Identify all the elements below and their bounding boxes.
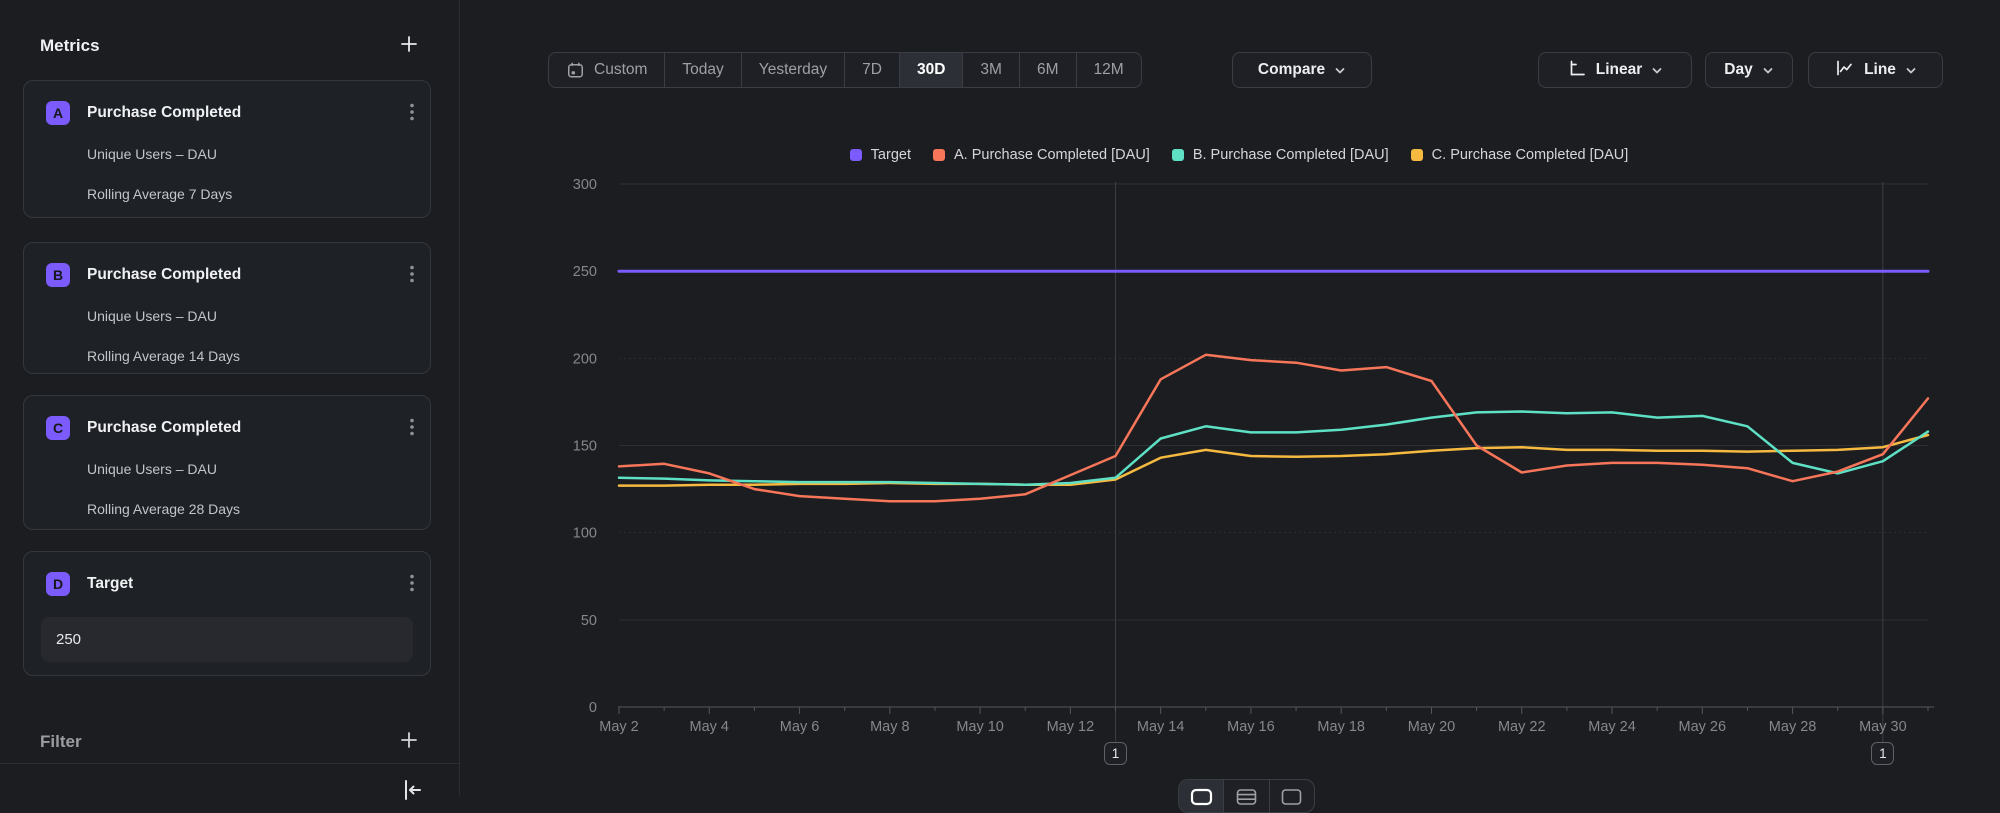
y-axis-label-0: 0 (589, 700, 597, 716)
x-axis-label-may-6: May 6 (780, 719, 820, 735)
metrics-dashboard: { "sidebar": { "metrics_title": "Metrics… (0, 0, 2000, 796)
x-axis-label-may-30: May 30 (1859, 719, 1907, 735)
x-axis-label-may-2: May 2 (599, 719, 639, 735)
y-axis-label-150: 150 (573, 439, 597, 455)
x-axis-label-may-16: May 16 (1227, 719, 1275, 735)
x-axis-label-may-14: May 14 (1137, 719, 1185, 735)
chart-view-icon (1190, 787, 1213, 812)
series-line-c-purchase-completed-dau (619, 435, 1928, 486)
x-axis-label-may-20: May 20 (1408, 719, 1456, 735)
y-axis-label-100: 100 (573, 526, 597, 542)
card-view-icon (1280, 787, 1303, 812)
y-axis-label-300: 300 (573, 177, 597, 193)
annotation-chip-1[interactable]: 1 (1104, 742, 1127, 765)
annotation-chip-2[interactable]: 1 (1871, 742, 1894, 765)
x-axis-label-may-22: May 22 (1498, 719, 1546, 735)
x-axis-label-may-4: May 4 (690, 719, 730, 735)
y-axis-label-250: 250 (573, 264, 597, 280)
x-axis-label-may-10: May 10 (956, 719, 1004, 735)
x-axis-label-may-8: May 8 (870, 719, 910, 735)
x-axis-label-may-28: May 28 (1769, 719, 1817, 735)
y-axis-label-50: 50 (581, 613, 597, 629)
x-axis-label-may-24: May 24 (1588, 719, 1636, 735)
view-toggle-group (1178, 779, 1315, 813)
series-line-b-purchase-completed-dau (619, 412, 1928, 485)
series-line-a-purchase-completed-dau (619, 355, 1928, 502)
y-axis-label-200: 200 (573, 351, 597, 367)
line-chart: 0 50 100 150 200 250 300 May 2 May 4 May 6 May 8 Ma… (0, 0, 2000, 796)
view-toggle-card-view-button[interactable] (1269, 780, 1314, 812)
x-axis-label-may-12: May 12 (1047, 719, 1095, 735)
view-toggle-chart-view-button[interactable] (1179, 780, 1223, 812)
table-view-icon (1235, 787, 1258, 812)
x-axis-label-may-26: May 26 (1679, 719, 1727, 735)
x-axis-label-may-18: May 18 (1317, 719, 1365, 735)
view-toggle-table-view-button[interactable] (1223, 780, 1268, 812)
